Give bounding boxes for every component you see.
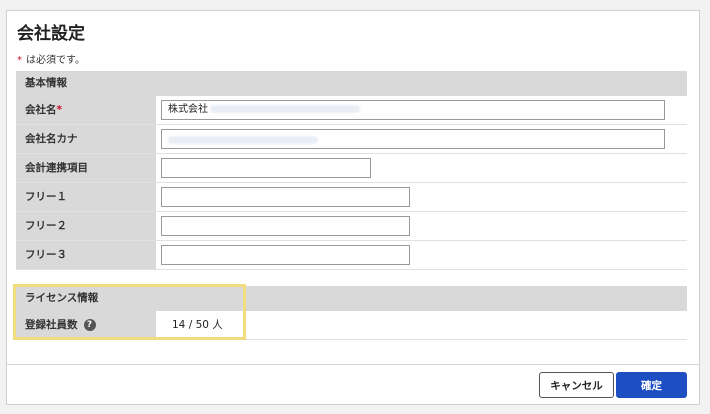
row-free1: フリー１ [16, 183, 687, 212]
redacted-text [168, 135, 318, 144]
row-company-name: 会社名* 株式会社 [16, 96, 687, 125]
free3-label: フリー３ [16, 241, 156, 269]
footer-divider [7, 364, 699, 365]
page-title: 会社設定 [17, 24, 85, 44]
section-license-info: ライセンス情報 [16, 286, 687, 311]
cancel-button[interactable]: キャンセル [539, 372, 614, 398]
company-kana-label: 会社名カナ [16, 125, 156, 153]
row-free3: フリー３ [16, 241, 687, 270]
free1-label: フリー１ [16, 183, 156, 211]
required-note-text: は必須です。 [26, 55, 85, 66]
row-license-count: 登録社員数? 14 / 50 人 [16, 311, 687, 340]
required-star: * [17, 55, 22, 66]
free1-input[interactable] [161, 187, 410, 207]
free2-label: フリー２ [16, 212, 156, 240]
row-company-kana: 会社名カナ [16, 125, 687, 154]
accounting-link-label: 会計連携項目 [16, 154, 156, 182]
confirm-button[interactable]: 確定 [616, 372, 687, 398]
company-kana-input[interactable] [161, 129, 665, 149]
required-star: * [56, 104, 63, 116]
help-icon[interactable]: ? [83, 319, 96, 331]
free2-input[interactable] [161, 216, 410, 236]
section-basic-info: 基本情報 [16, 71, 687, 96]
row-free2: フリー２ [16, 212, 687, 241]
license-count-value: 14 / 50 人 [172, 319, 223, 331]
accounting-link-input[interactable] [161, 158, 371, 178]
company-name-input[interactable]: 株式会社 [161, 100, 665, 120]
license-count-label: 登録社員数? [16, 311, 156, 339]
company-settings-panel: 会社設定 * は必須です。 基本情報 会社名* 株式会社 会社名カナ 会計連携項目… [6, 10, 700, 405]
company-name-label: 会社名* [16, 96, 156, 124]
row-accounting-link: 会計連携項目 [16, 154, 687, 183]
required-note: * は必須です。 [17, 51, 85, 66]
free3-input[interactable] [161, 245, 410, 265]
redacted-text [210, 105, 360, 113]
